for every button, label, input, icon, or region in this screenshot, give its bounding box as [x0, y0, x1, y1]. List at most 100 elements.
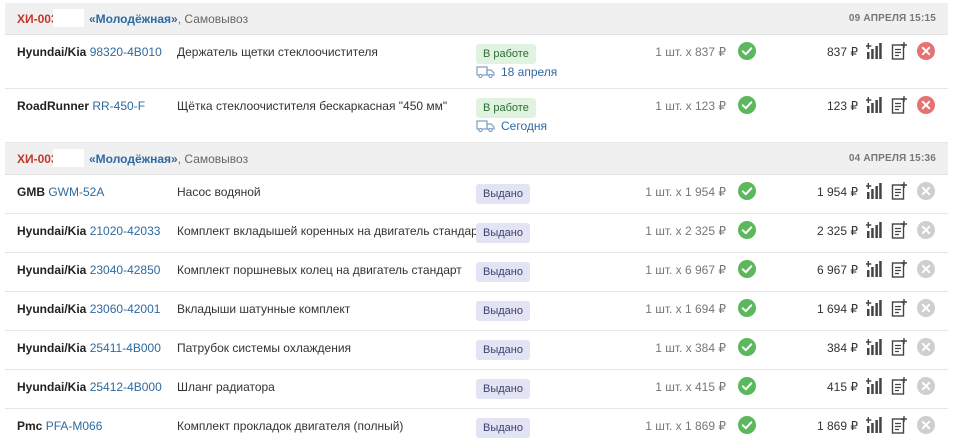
- item-code-link[interactable]: GWM-52A: [48, 185, 104, 199]
- item-qty-price: 1 шт. x 1 869 ₽: [645, 419, 726, 433]
- check-circle-icon: [738, 377, 756, 395]
- item-total: 415 ₽: [827, 380, 858, 394]
- brand-label: GMB: [17, 185, 45, 199]
- store-info: «Молодёжная», Самовывоз: [89, 152, 248, 166]
- cancel-icon[interactable]: [917, 96, 935, 114]
- item-brand: Pmc PFA-M066: [17, 419, 102, 433]
- cancel-icon: [917, 182, 935, 200]
- document-add-icon[interactable]: [891, 415, 907, 435]
- item-qty-price: 1 шт. x 415 ₽: [655, 380, 726, 394]
- check-circle-icon: [738, 338, 756, 356]
- delivery-date: 18 апреля: [476, 65, 557, 79]
- bar-chart-icon[interactable]: [866, 41, 882, 61]
- bar-chart-icon[interactable]: [866, 259, 882, 279]
- item-qty-price: 1 шт. x 837 ₽: [655, 45, 726, 59]
- status-badge: В работе: [476, 98, 536, 118]
- item-brand: Hyundai/Kia 25411-4B000: [17, 341, 161, 355]
- bar-chart-icon[interactable]: [866, 95, 882, 115]
- brand-label: Hyundai/Kia: [17, 380, 87, 394]
- bar-chart-icon[interactable]: [866, 181, 882, 201]
- item-qty-price: 1 шт. x 2 325 ₽: [645, 224, 726, 238]
- document-add-icon[interactable]: [891, 220, 907, 240]
- item-code-link[interactable]: 23040-42850: [90, 263, 161, 277]
- item-total: 1 954 ₽: [817, 185, 858, 199]
- document-add-icon[interactable]: [891, 95, 907, 115]
- document-add-icon[interactable]: [891, 259, 907, 279]
- truck-icon: [476, 66, 495, 78]
- item-total: 2 325 ₽: [817, 224, 858, 238]
- item-qty-price: 1 шт. x 1 694 ₽: [645, 302, 726, 316]
- order-date: 09 АПРЕЛЯ 15:15: [848, 13, 936, 24]
- table-row: Hyundai/Kia 21020-42033 Комплект вкладыш…: [5, 214, 948, 253]
- store-name[interactable]: «Молодёжная»: [89, 152, 178, 166]
- brand-label: Pmc: [17, 419, 43, 433]
- brand-label: Hyundai/Kia: [17, 341, 87, 355]
- check-circle-icon: [738, 299, 756, 317]
- table-row: Hyundai/Kia 25411-4B000 Патрубок системы…: [5, 331, 948, 370]
- truck-icon: [476, 120, 495, 132]
- item-code-link[interactable]: PFA-M066: [46, 419, 103, 433]
- item-total: 123 ₽: [827, 99, 858, 113]
- brand-label: Hyundai/Kia: [17, 45, 87, 59]
- item-code-link[interactable]: 25412-4B000: [90, 380, 162, 394]
- item-code-link[interactable]: 23060-42001: [90, 302, 161, 316]
- item-brand: Hyundai/Kia 98320-4B010: [17, 45, 162, 59]
- order-id[interactable]: ХИ-003: [17, 12, 58, 26]
- check-circle-icon: [738, 96, 756, 114]
- check-circle-icon: [738, 221, 756, 239]
- check-circle-icon: [738, 42, 756, 60]
- status-badge: Выдано: [476, 223, 530, 243]
- document-add-icon[interactable]: [891, 41, 907, 61]
- order-items: GMB GWM-52A Насос водяной Выдано 1 шт. x…: [5, 175, 948, 447]
- item-brand: Hyundai/Kia 21020-42033: [17, 224, 160, 238]
- item-code-link[interactable]: 25411-4B000: [90, 341, 161, 355]
- store-info: «Молодёжная», Самовывоз: [89, 12, 248, 26]
- bar-chart-icon[interactable]: [866, 376, 882, 396]
- item-total: 837 ₽: [827, 45, 858, 59]
- item-brand: Hyundai/Kia 23040-42850: [17, 263, 160, 277]
- item-code-link[interactable]: 21020-42033: [90, 224, 161, 238]
- delivery-type: , Самовывоз: [177, 152, 249, 166]
- bar-chart-icon[interactable]: [866, 298, 882, 318]
- item-code-link[interactable]: 98320-4B010: [90, 45, 162, 59]
- item-name: Комплект вкладышей коренных на двигатель…: [177, 224, 484, 238]
- bar-chart-icon[interactable]: [866, 415, 882, 435]
- item-name: Патрубок системы охлаждения: [177, 341, 352, 355]
- delivery-date: Сегодня: [476, 119, 547, 133]
- document-add-icon[interactable]: [891, 376, 907, 396]
- delivery-date-text: Сегодня: [501, 119, 547, 133]
- status-badge: Выдано: [476, 418, 530, 438]
- status-badge: В работе: [476, 44, 536, 64]
- item-code-link[interactable]: RR-450-F: [92, 99, 145, 113]
- status-badge: Выдано: [476, 340, 530, 360]
- store-name[interactable]: «Молодёжная»: [89, 12, 178, 26]
- status-badge: Выдано: [476, 379, 530, 399]
- bar-chart-icon[interactable]: [866, 337, 882, 357]
- document-add-icon[interactable]: [891, 181, 907, 201]
- cancel-icon[interactable]: [917, 42, 935, 60]
- item-qty-price: 1 шт. x 384 ₽: [655, 341, 726, 355]
- table-row: Hyundai/Kia 98320-4B010 Держатель щетки …: [5, 35, 948, 89]
- item-qty-price: 1 шт. x 1 954 ₽: [645, 185, 726, 199]
- document-add-icon[interactable]: [891, 337, 907, 357]
- item-total: 1 694 ₽: [817, 302, 858, 316]
- order-id[interactable]: ХИ-003: [17, 152, 58, 166]
- item-name: Вкладыши шатунные комплект: [177, 302, 351, 316]
- document-add-icon[interactable]: [891, 298, 907, 318]
- order-group-header: ХИ-003 «Молодёжная», Самовывоз 09 АПРЕЛЯ…: [5, 3, 948, 35]
- cancel-icon: [917, 377, 935, 395]
- order-id-mask: [53, 9, 84, 27]
- status-badge: Выдано: [476, 262, 530, 282]
- item-name: Щётка стеклоочистителя бескаркасная "450…: [177, 99, 448, 113]
- table-row: GMB GWM-52A Насос водяной Выдано 1 шт. x…: [5, 175, 948, 214]
- bar-chart-icon[interactable]: [866, 220, 882, 240]
- item-name: Комплект поршневых колец на двигатель ст…: [177, 263, 462, 277]
- order-group-header: ХИ-003 «Молодёжная», Самовывоз 04 АПРЕЛЯ…: [5, 143, 948, 175]
- item-brand: RoadRunner RR-450-F: [17, 99, 145, 113]
- item-total: 6 967 ₽: [817, 263, 858, 277]
- item-name: Комплект прокладок двигателя (полный): [177, 419, 404, 433]
- item-brand: GMB GWM-52A: [17, 185, 104, 199]
- order-id-mask: [53, 149, 84, 167]
- brand-label: Hyundai/Kia: [17, 224, 87, 238]
- orders-list: ХИ-003 «Молодёжная», Самовывоз 09 АПРЕЛЯ…: [5, 3, 948, 447]
